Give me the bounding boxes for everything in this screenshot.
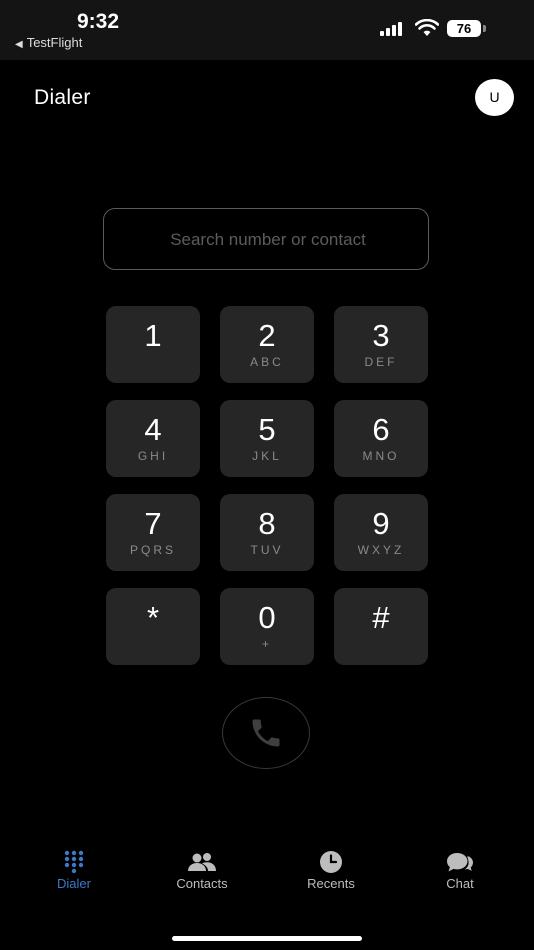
key-letters: DEF (364, 355, 398, 369)
avatar[interactable]: U (475, 79, 514, 116)
key-9[interactable]: 9 WXYZ (334, 494, 428, 571)
key-star[interactable]: * (106, 588, 200, 665)
phone-icon (252, 719, 280, 747)
key-digit: 9 (372, 506, 390, 541)
battery-indicator: 76 (447, 20, 481, 37)
keypad-icon (64, 850, 84, 874)
key-digit: 0 (258, 600, 276, 635)
key-digit: # (372, 600, 390, 635)
key-4[interactable]: 4 GHI (106, 400, 200, 477)
key-digit: * (146, 600, 160, 635)
key-digit: 2 (258, 318, 276, 353)
tab-recents[interactable]: Recents (281, 850, 381, 891)
back-app-label: TestFlight (26, 35, 83, 50)
home-indicator[interactable] (172, 936, 362, 941)
key-letters: GHI (137, 449, 169, 463)
key-2[interactable]: 2 ABC (220, 306, 314, 383)
back-to-app-link[interactable]: ◀ TestFlight (15, 35, 82, 50)
battery-tip (483, 25, 486, 32)
key-digit: 1 (144, 318, 162, 353)
key-letters: + (261, 637, 272, 651)
key-8[interactable]: 8 TUV (220, 494, 314, 571)
back-arrow-icon: ◀ (15, 39, 23, 50)
key-0[interactable]: 0 + (220, 588, 314, 665)
search-box[interactable] (103, 208, 432, 271)
key-5[interactable]: 5 JKL (220, 400, 314, 477)
key-digit: 6 (372, 412, 390, 447)
key-letters: JKL (252, 449, 282, 463)
key-digit: 8 (258, 506, 276, 541)
key-6[interactable]: 6 MNO (334, 400, 428, 477)
key-letters: PQRS (129, 543, 176, 557)
key-digit: 3 (372, 318, 390, 353)
status-time: 9:32 (77, 10, 120, 33)
key-digit: 7 (144, 506, 162, 541)
tab-contacts[interactable]: Contacts (152, 850, 252, 891)
tab-label: Contacts (176, 876, 228, 891)
key-digit: 4 (144, 412, 162, 447)
cellular-signal-icon (380, 22, 408, 36)
tab-dialer[interactable]: Dialer (24, 850, 124, 891)
key-1[interactable]: 1 (106, 306, 200, 383)
key-letters: TUV (250, 543, 284, 557)
page-title: Dialer (34, 86, 91, 109)
key-letters: MNO (362, 449, 400, 463)
contacts-icon (188, 853, 216, 871)
tab-bar: Dialer Contacts Recents Chat (0, 850, 534, 910)
status-bar: 9:32 ◀ TestFlight 76 (0, 0, 534, 60)
call-button[interactable] (222, 697, 310, 769)
clock-icon (320, 851, 342, 873)
wifi-icon (415, 19, 439, 36)
tab-chat[interactable]: Chat (410, 850, 510, 891)
search-input[interactable] (104, 209, 432, 271)
key-digit: 5 (258, 412, 276, 447)
key-7[interactable]: 7 PQRS (106, 494, 200, 571)
chat-icon (447, 853, 473, 872)
key-hash[interactable]: # (334, 588, 428, 665)
key-3[interactable]: 3 DEF (334, 306, 428, 383)
key-letters: WXYZ (357, 543, 405, 557)
key-letters: ABC (250, 355, 284, 369)
tab-label: Dialer (57, 876, 91, 891)
tab-label: Chat (446, 876, 474, 891)
tab-label: Recents (307, 876, 355, 891)
